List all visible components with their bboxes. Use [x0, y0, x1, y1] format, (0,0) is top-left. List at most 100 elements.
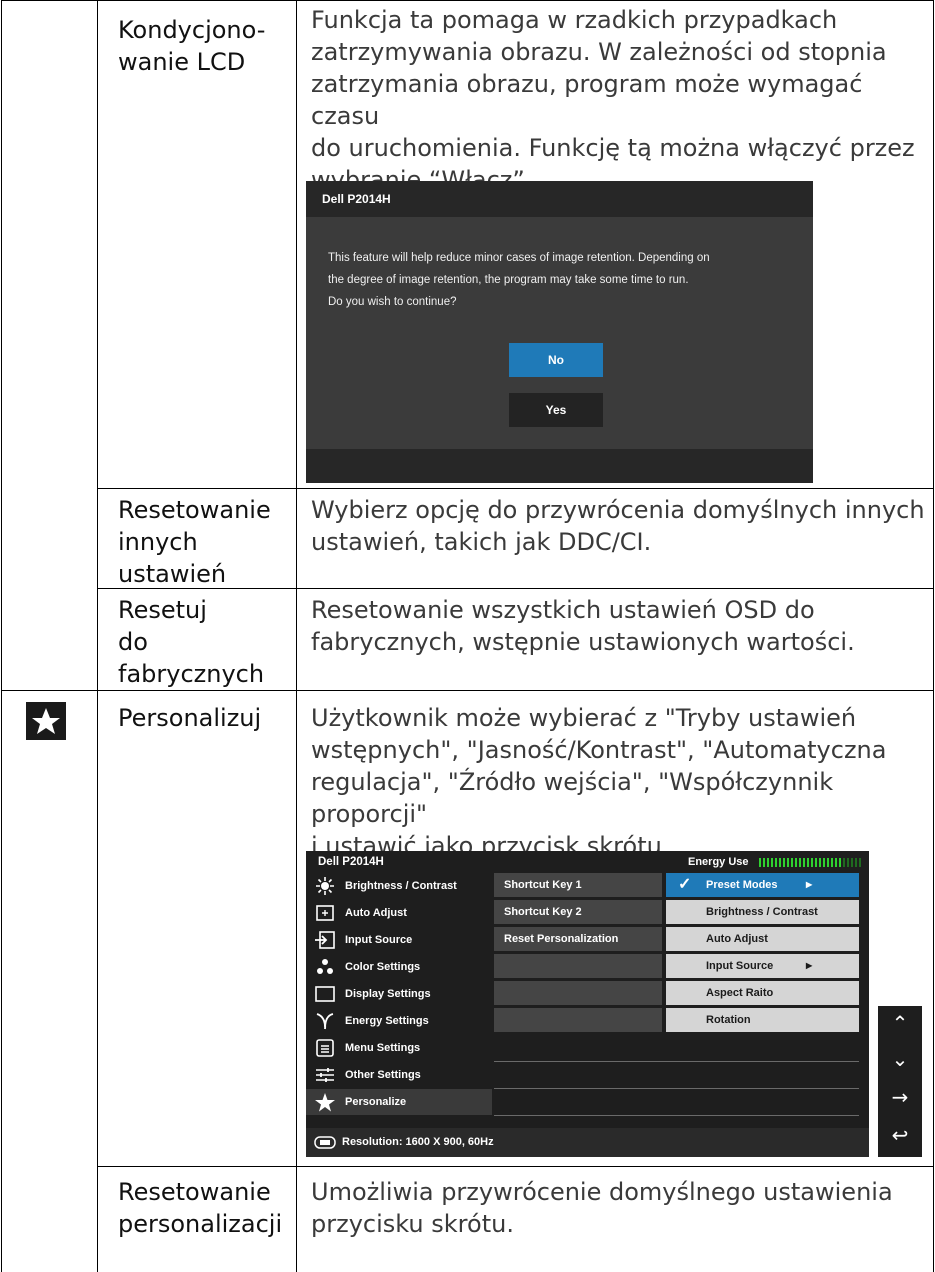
- row-label-reset-other: Resetowanie innych ustawień: [118, 496, 271, 588]
- shortcut-option-item[interactable]: Rotation: [666, 1008, 859, 1032]
- row-desc-personalize: Użytkownik może wybierać z "Tryby ustawi…: [311, 704, 887, 860]
- shortcut-option-item[interactable]: Auto Adjust: [666, 927, 859, 951]
- shortcut-menu-item: [494, 981, 662, 1005]
- shortcut-menu-item: [494, 1008, 662, 1032]
- energy-segment: [771, 858, 773, 867]
- energy-segment: [855, 858, 857, 867]
- osd-separator: [494, 1088, 859, 1089]
- energy-segment: [799, 858, 801, 867]
- energy-segment: [823, 858, 825, 867]
- shortcut-option-item[interactable]: Brightness / Contrast: [666, 900, 859, 924]
- row-label-lcd: Kondycjono- wanie LCD: [118, 16, 266, 76]
- table-border-left: [1, 0, 2, 1272]
- energy-segment: [847, 858, 849, 867]
- yes-button[interactable]: Yes: [509, 393, 603, 427]
- sun-icon: [316, 877, 334, 895]
- table-border-right: [933, 0, 934, 1272]
- osd-menu-item[interactable]: Energy Settings: [306, 1008, 492, 1034]
- osd-menu-item-label: Color Settings: [345, 961, 421, 973]
- color-dots-icon: [317, 959, 333, 974]
- shortcut-option-label: Rotation: [706, 1014, 751, 1026]
- osd-menu-item-label: Personalize: [345, 1096, 407, 1108]
- osd-menu-item[interactable]: Display Settings: [306, 981, 492, 1007]
- energy-segment: [831, 858, 833, 867]
- osd-menu-item[interactable]: Auto Adjust: [306, 900, 492, 926]
- shortcut-menu-label: Reset Personalization: [504, 933, 619, 945]
- energy-segment: [843, 858, 845, 867]
- resolution-text: Resolution: 1600 X 900, 60Hz: [342, 1136, 494, 1148]
- osd-menu-item-label: Display Settings: [345, 988, 431, 1000]
- osd-menu-item[interactable]: Other Settings: [306, 1062, 492, 1088]
- osd-menu-item[interactable]: Input Source: [306, 927, 492, 953]
- energy-segment: [759, 858, 761, 867]
- energy-segment: [767, 858, 769, 867]
- energy-segment: [791, 858, 793, 867]
- energy-segment: [763, 858, 765, 867]
- osd-menu-item-label: Brightness / Contrast: [345, 880, 457, 892]
- osd-separator: [494, 1061, 859, 1062]
- row-divider: [97, 488, 934, 489]
- osd-footer: Resolution: 1600 X 900, 60Hz: [306, 1128, 869, 1157]
- shortcut-menu-item[interactable]: Shortcut Key 2: [494, 900, 662, 924]
- energy-leaf-icon: [316, 1013, 334, 1030]
- dialog-footer: [306, 449, 813, 483]
- row-desc-reset-personal: Umożliwia przywrócenie domyślnego ustawi…: [311, 1178, 893, 1238]
- energy-segment: [859, 858, 861, 867]
- star-icon: [32, 708, 60, 734]
- energy-segment: [807, 858, 809, 867]
- energy-segment: [787, 858, 789, 867]
- osd-menu-item[interactable]: Brightness / Contrast: [306, 873, 492, 899]
- other-settings-icon: [316, 1068, 334, 1082]
- energy-segment: [827, 858, 829, 867]
- down-arrow-button[interactable]: ⌄: [878, 1042, 922, 1076]
- osd-menu-item[interactable]: Menu Settings: [306, 1035, 492, 1061]
- osd-menu-item-label: Other Settings: [345, 1069, 421, 1081]
- energy-use-label: Energy Use: [688, 856, 749, 868]
- star-icon: [315, 1093, 335, 1112]
- row-desc-lcd: Funkcja ta pomaga w rzadkich przypadkach…: [311, 6, 915, 194]
- osd-menu-item-label: Energy Settings: [345, 1015, 429, 1027]
- shortcut-option-label: Preset Modes: [706, 879, 778, 891]
- row-divider: [1, 690, 934, 691]
- display-icon: [315, 986, 335, 1002]
- osd-menu-item-label: Auto Adjust: [345, 907, 407, 919]
- shortcut-option-item[interactable]: ✓ Preset Modes ▶: [666, 873, 859, 897]
- up-arrow-button[interactable]: ⌃: [878, 1006, 922, 1040]
- osd-separator: [494, 1115, 859, 1116]
- check-icon: ✓: [678, 876, 692, 893]
- table-divider-label-col: [296, 0, 297, 1272]
- row-label-reset-factory: Resetuj do fabrycznych: [118, 596, 265, 688]
- no-button[interactable]: No: [509, 343, 603, 377]
- energy-segment: [851, 858, 853, 867]
- shortcut-menu-label: Shortcut Key 1: [504, 879, 582, 891]
- shortcut-menu-item[interactable]: Shortcut Key 1: [494, 873, 662, 897]
- shortcut-menu-label: Shortcut Key 2: [504, 906, 582, 918]
- shortcut-option-label: Auto Adjust: [706, 933, 768, 945]
- osd-menu: Dell P2014H Energy Use Brightness / Cont…: [306, 851, 869, 1157]
- energy-segment: [795, 858, 797, 867]
- osd-menu-item-label: Input Source: [345, 934, 413, 946]
- back-button[interactable]: ↩: [878, 1118, 922, 1152]
- energy-segment: [839, 858, 841, 867]
- osd-menu-item[interactable]: Personalize: [306, 1089, 492, 1115]
- shortcut-option-item[interactable]: Aspect Raito: [666, 981, 859, 1005]
- row-label-reset-personal: Resetowanie personalizacji: [118, 1178, 283, 1238]
- energy-use-meter: [759, 858, 861, 867]
- table-top-border: [1, 0, 934, 1]
- auto-adjust-icon: [316, 905, 334, 921]
- right-arrow-button[interactable]: →: [878, 1080, 922, 1114]
- image-retention-dialog: Dell P2014H This feature will help reduc…: [306, 181, 813, 483]
- row-desc-reset-other: Wybierz opcję do przywrócenia domyślnych…: [311, 496, 925, 556]
- shortcut-menu-item[interactable]: Reset Personalization: [494, 927, 662, 951]
- table-divider-icon-col: [97, 0, 98, 1272]
- input-source-icon: [315, 931, 335, 949]
- dialog-title: Dell P2014H: [306, 181, 813, 217]
- submenu-arrow-icon: ▶: [806, 961, 813, 970]
- osd-menu-item[interactable]: Color Settings: [306, 954, 492, 980]
- osd-menu-item-label: Menu Settings: [345, 1042, 421, 1054]
- energy-segment: [779, 858, 781, 867]
- personalize-star-icon: [26, 702, 66, 740]
- shortcut-option-item[interactable]: Input Source ▶: [666, 954, 859, 978]
- submenu-arrow-icon: ▶: [806, 880, 813, 889]
- shortcut-option-label: Input Source: [706, 960, 774, 972]
